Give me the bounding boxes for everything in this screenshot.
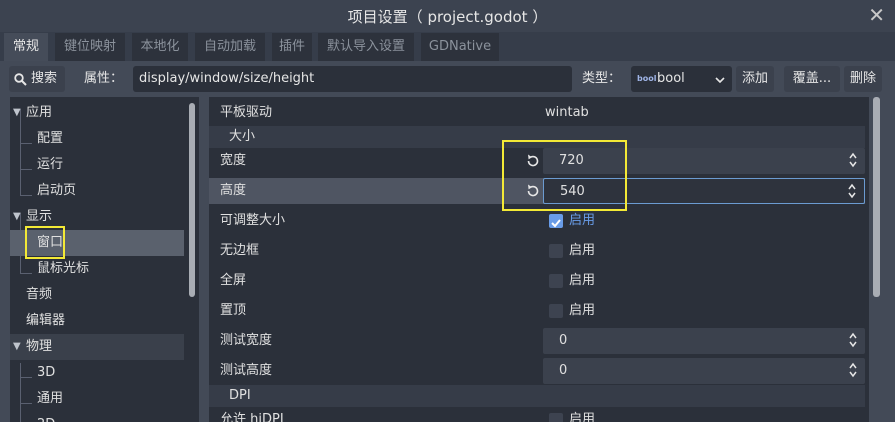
category-tree: ▼ 应用 配置 运行 启动页 ▼ 显示 窗口 鼠标光标 音频 编辑器 ▼ 物理 …: [10, 97, 199, 422]
tab-import-defaults[interactable]: 默认导入设置: [318, 33, 414, 61]
tab-bar: 常规 键位映射 本地化 自动加载 插件 默认导入设置 GDNative: [0, 33, 895, 61]
chevron-down-icon[interactable]: ▼: [13, 334, 21, 360]
tree-item-mouse-cursor[interactable]: 鼠标光标: [10, 256, 184, 282]
property-label: 平板驱动: [220, 105, 273, 120]
tablet-driver-value[interactable]: wintab: [545, 100, 589, 126]
title-bar: 项目设置（ project.godot ） ✕: [0, 0, 895, 32]
highlight-box: [25, 226, 65, 259]
close-icon[interactable]: ✕: [868, 3, 885, 27]
spin-arrows-icon[interactable]: [849, 152, 857, 168]
tab-autoload[interactable]: 自动加载: [195, 33, 265, 61]
spin-arrows-icon[interactable]: [849, 332, 857, 348]
spin-arrows-icon[interactable]: [848, 183, 856, 199]
checkbox-label: 启用: [569, 412, 596, 422]
allow-hidpi-checkbox[interactable]: [549, 413, 563, 422]
general-panel: 搜索 属性： display/window/size/height 类型： bo…: [0, 61, 895, 422]
search-icon: [14, 73, 27, 86]
property-row: 置顶 启用: [209, 298, 865, 324]
tree-item-common[interactable]: 通用: [10, 386, 184, 412]
tree-item-3d[interactable]: 3D: [10, 360, 184, 386]
resizable-checkbox[interactable]: [549, 214, 563, 228]
override-button[interactable]: 覆盖...: [784, 66, 840, 92]
property-row: 测试高度 0: [209, 358, 865, 384]
type-label: 类型：: [582, 71, 622, 86]
window-title: 项目设置（ project.godot ）: [347, 8, 548, 26]
tree-item-audio[interactable]: 音频: [10, 282, 184, 308]
delete-button[interactable]: 删除: [844, 66, 882, 92]
checkmark-icon: [551, 219, 561, 228]
tree-scrollbar[interactable]: [189, 103, 195, 297]
chevron-down-icon[interactable]: ▼: [13, 100, 21, 126]
search-button[interactable]: 搜索: [9, 66, 65, 92]
property-label: 允许 hiDPI: [220, 412, 284, 422]
property-label: 无边框: [220, 243, 260, 258]
spin-arrows-icon[interactable]: [849, 362, 857, 378]
property-label: 置顶: [220, 303, 247, 318]
test-height-spinbox[interactable]: 0: [543, 358, 865, 384]
tree-item-application[interactable]: ▼ 应用: [10, 100, 184, 126]
property-row: 可调整大小 启用: [209, 208, 865, 234]
property-row: 平板驱动 wintab: [209, 100, 865, 126]
tab-plugins[interactable]: 插件: [272, 33, 312, 61]
checkbox-label: 启用: [569, 213, 596, 228]
tree-item-physics[interactable]: ▼ 物理: [10, 334, 184, 360]
test-height-value: 0: [559, 363, 568, 378]
tab-general[interactable]: 常规: [4, 33, 48, 61]
property-label: 全屏: [220, 273, 247, 288]
test-width-value: 0: [559, 333, 568, 348]
bool-type-icon: bool: [637, 74, 657, 83]
tree-item-editor[interactable]: 编辑器: [10, 308, 184, 334]
tree-item-2d[interactable]: 2D: [10, 412, 184, 422]
property-label: 属性：: [84, 71, 124, 86]
property-label: 宽度: [220, 153, 247, 168]
tab-gdnative[interactable]: GDNative: [421, 33, 499, 61]
type-value: bool: [657, 71, 685, 86]
fullscreen-checkbox[interactable]: [549, 274, 563, 288]
chevron-down-icon[interactable]: ▼: [13, 204, 21, 230]
checkbox-label: 启用: [569, 273, 596, 288]
property-row: 测试宽度 0: [209, 328, 865, 354]
inspector-scrollbar[interactable]: [873, 97, 880, 297]
test-width-spinbox[interactable]: 0: [543, 328, 865, 354]
tab-input-map[interactable]: 键位映射: [55, 33, 125, 61]
tree-item-config[interactable]: 配置: [10, 126, 184, 152]
type-select[interactable]: bool bool: [631, 66, 732, 92]
property-label: 测试宽度: [220, 333, 273, 348]
tree-item-run[interactable]: 运行: [10, 152, 184, 178]
always-on-top-checkbox[interactable]: [549, 304, 563, 318]
checkbox-label: 启用: [569, 243, 596, 258]
highlight-box: [502, 140, 627, 211]
checkbox-label: 启用: [569, 303, 596, 318]
property-row: 允许 hiDPI 启用: [209, 407, 865, 422]
search-label: 搜索: [31, 71, 58, 86]
property-row: 全屏 启用: [209, 268, 865, 294]
property-label: 可调整大小: [220, 213, 286, 228]
property-path-input[interactable]: display/window/size/height: [133, 66, 572, 92]
property-row: 无边框 启用: [209, 238, 865, 264]
property-label: 高度: [220, 183, 247, 198]
borderless-checkbox[interactable]: [549, 244, 563, 258]
chevron-down-icon: [715, 77, 725, 83]
tree-item-boot-splash[interactable]: 启动页: [10, 178, 184, 204]
property-label: 测试高度: [220, 363, 273, 378]
section-header: DPI: [209, 385, 865, 407]
tab-localization[interactable]: 本地化: [132, 33, 188, 61]
add-button[interactable]: 添加: [736, 66, 774, 92]
